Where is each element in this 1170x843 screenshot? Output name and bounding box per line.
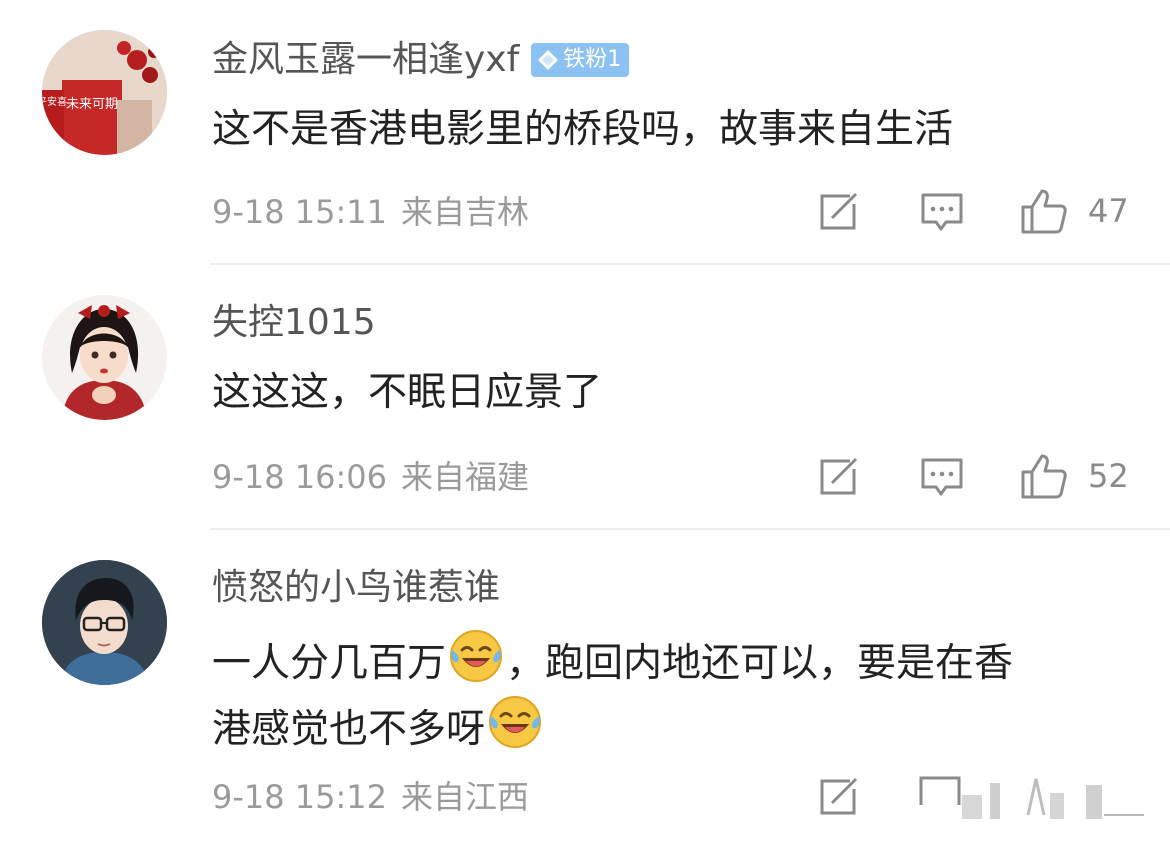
- comment-icon: [921, 458, 963, 496]
- comment-icon: [919, 776, 1144, 819]
- avatar[interactable]: [42, 560, 167, 685]
- username-row: 失控1015: [212, 301, 376, 345]
- avatar-book-title: 未来可期: [66, 97, 118, 112]
- thumbs-up-icon: [1021, 454, 1067, 499]
- like-count: 52: [1088, 457, 1129, 495]
- comment-item: 失控1015 这这这，不眠日应景了 9-18 16:06 来自福建 52: [0, 265, 1170, 530]
- avatar[interactable]: [42, 295, 167, 420]
- comment-text: 这这这，不眠日应景了: [212, 370, 603, 415]
- username-row: 愤怒的小鸟谁惹谁: [212, 566, 500, 610]
- repost-icon: [820, 192, 858, 230]
- comment-item: 愤怒的小鸟谁惹谁 一人分几百万 ，跑回内地还可以，要是在香 港感觉也不多呀 9-1…: [0, 530, 1170, 843]
- location: 来自吉林: [401, 193, 530, 231]
- username[interactable]: 愤怒的小鸟谁惹谁: [212, 566, 500, 610]
- username-row: 金风玉露一相逢yxf 铁粉1: [212, 38, 630, 82]
- like-button[interactable]: 47: [1020, 187, 1129, 235]
- username[interactable]: 金风玉露一相逢yxf: [212, 38, 519, 82]
- comment-meta: 9-18 15:11 来自吉林: [212, 192, 529, 232]
- like-count: 47: [1088, 192, 1129, 230]
- comment-icon: [921, 193, 963, 231]
- comment-item: 未来可期 平安喜 金风玉露一相逢yxf 铁粉1 这不是香港电影里的桥段吗，故事来…: [0, 0, 1170, 265]
- badge-label: 铁粉1: [563, 47, 622, 72]
- laugh-cry-emoji: [489, 696, 542, 748]
- location: 来自江西: [401, 778, 530, 816]
- comment-meta: 9-18 16:06 来自福建: [212, 457, 529, 497]
- repost-icon: [820, 777, 858, 815]
- avatar-book-side: 平安喜: [42, 95, 67, 108]
- comment-meta: 9-18 15:12 来自江西: [212, 777, 529, 817]
- avatar[interactable]: 未来可期 平安喜: [42, 30, 167, 155]
- comment-text-segment: 港感觉也不多呀: [212, 707, 486, 752]
- thumbs-up-icon: [1021, 189, 1067, 234]
- comment-button[interactable]: [918, 775, 1158, 829]
- repost-button[interactable]: [818, 457, 862, 497]
- repost-button[interactable]: [818, 777, 862, 817]
- username[interactable]: 失控1015: [212, 301, 376, 345]
- repost-icon: [820, 457, 858, 495]
- comment-text-segment: ，跑回内地还可以，要是在香: [506, 641, 1014, 686]
- comment-text-line: 港感觉也不多呀: [212, 694, 545, 762]
- repost-button[interactable]: [818, 192, 862, 232]
- comment-text-line: 一人分几百万 ，跑回内地还可以，要是在香: [212, 628, 1013, 696]
- laugh-cry-emoji: [450, 630, 503, 682]
- comment-text: 这不是香港电影里的桥段吗，故事来自生活: [212, 107, 954, 152]
- comment-button[interactable]: [920, 192, 964, 234]
- timestamp: 9-18 16:06: [212, 458, 388, 496]
- like-button[interactable]: 52: [1020, 452, 1129, 500]
- comment-button[interactable]: [920, 457, 964, 499]
- diamond-icon: [537, 49, 559, 71]
- timestamp: 9-18 15:11: [212, 193, 388, 231]
- fan-badge[interactable]: 铁粉1: [531, 43, 630, 77]
- comment-text-segment: 一人分几百万: [212, 641, 447, 686]
- location: 来自福建: [401, 458, 530, 496]
- timestamp: 9-18 15:12: [212, 778, 388, 816]
